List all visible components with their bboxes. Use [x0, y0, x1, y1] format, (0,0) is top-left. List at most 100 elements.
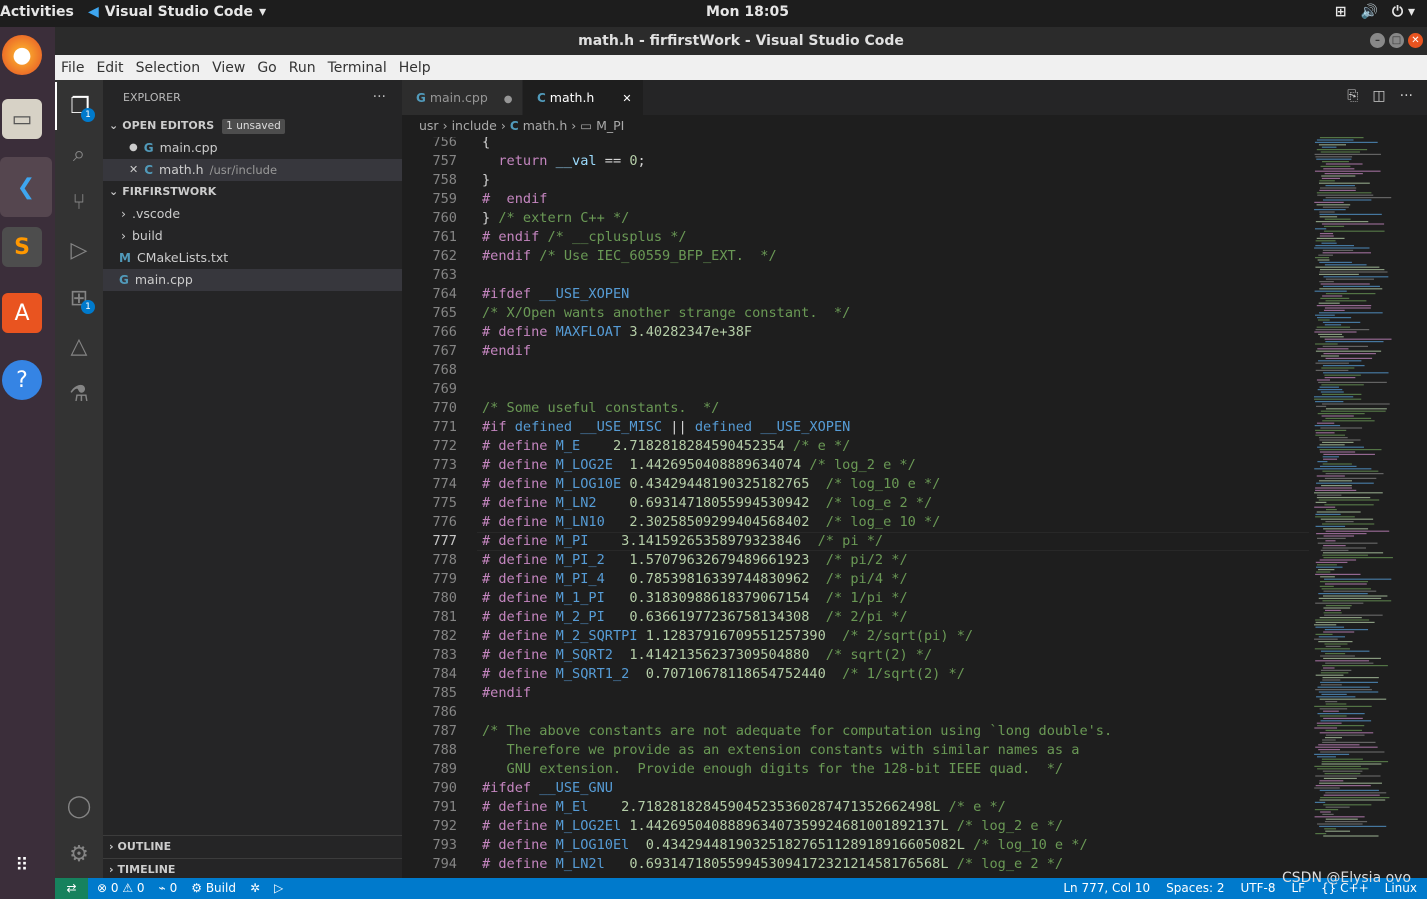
outline-section[interactable]: › OUTLINE: [103, 836, 402, 858]
search-icon[interactable]: ⌕: [55, 130, 103, 178]
code-line[interactable]: 785 #endif: [402, 684, 1402, 703]
breadcrumb-item[interactable]: math.h: [523, 115, 568, 137]
code-line[interactable]: 779 # define M_PI_4 0.7853981633974483096…: [402, 570, 1402, 589]
code-line[interactable]: 770 /* Some useful constants. */: [402, 399, 1402, 418]
code-editor[interactable]: 756{757 return __val == 0; 758} 759 # endif…: [402, 137, 1427, 878]
problems-status[interactable]: ⊗ 0 ⚠ 0: [97, 878, 145, 899]
code-line[interactable]: 780 # define M_1_PI 0.3183098861837906715…: [402, 589, 1402, 608]
code-line[interactable]: 790 #ifdef __USE_GNU: [402, 779, 1402, 798]
split-editor-icon[interactable]: ◫: [1372, 88, 1385, 104]
account-icon[interactable]: ◯: [55, 782, 103, 830]
tab-main-cpp[interactable]: G main.cpp ●: [402, 80, 522, 115]
menu-view[interactable]: View: [212, 60, 245, 76]
app-menu[interactable]: ◀ Visual Studio Code ▾: [88, 4, 266, 20]
code-line[interactable]: 786: [402, 703, 1402, 722]
file-item[interactable]: G main.cpp: [103, 269, 402, 291]
remote-icon[interactable]: ⇄: [55, 878, 88, 899]
firefox-icon[interactable]: ●: [2, 35, 42, 75]
encoding[interactable]: UTF-8: [1240, 878, 1275, 899]
code-line[interactable]: 791 # define M_El 2.718281828459045235360…: [402, 798, 1402, 817]
close-icon[interactable]: ✕: [622, 92, 631, 105]
folder-item[interactable]: › build: [103, 225, 402, 247]
clock[interactable]: Mon 18:05: [706, 4, 789, 20]
code-line[interactable]: 792 # define M_LOG2El 1.44269504088896340…: [402, 817, 1402, 836]
code-line[interactable]: 764 #ifdef __USE_XOPEN: [402, 285, 1402, 304]
minimap[interactable]: [1310, 137, 1410, 878]
compare-icon[interactable]: ⎘: [1347, 88, 1358, 104]
vscode-dock-icon[interactable]: ❮: [0, 157, 52, 217]
file-item[interactable]: M CMakeLists.txt: [103, 247, 402, 269]
code-line[interactable]: 772 # define M_E 2.7182818284590452354 /*…: [402, 437, 1402, 456]
code-line[interactable]: 758}: [402, 171, 1402, 190]
code-line[interactable]: 766 # define MAXFLOAT 3.40282347e+38F: [402, 323, 1402, 342]
code-line[interactable]: 769: [402, 380, 1402, 399]
sublime-icon[interactable]: S: [2, 227, 42, 267]
code-line[interactable]: 787 /* The above constants are not adequa…: [402, 722, 1402, 741]
gear-icon[interactable]: ⚙: [55, 830, 103, 878]
minimize-icon[interactable]: –: [1370, 33, 1385, 48]
code-line[interactable]: 760} /* extern C++ */: [402, 209, 1402, 228]
menu-terminal[interactable]: Terminal: [328, 60, 387, 76]
indentation[interactable]: Spaces: 2: [1166, 878, 1224, 899]
files-icon[interactable]: ▭: [2, 99, 42, 139]
dirty-dot-icon[interactable]: ●: [129, 137, 138, 159]
activities-button[interactable]: Activities: [0, 4, 74, 20]
testing-icon[interactable]: ⚗: [55, 370, 103, 418]
cursor-position[interactable]: Ln 777, Col 10: [1063, 878, 1150, 899]
code-line[interactable]: 756 {: [402, 137, 1402, 152]
debug-icon[interactable]: ✲: [250, 878, 260, 899]
code-line[interactable]: 762 #endif /* Use IEC_60559_BFP_EXT. */: [402, 247, 1402, 266]
code-line[interactable]: 776 # define M_LN10 2.3025850929940456840…: [402, 513, 1402, 532]
code-line[interactable]: 781 # define M_2_PI 0.6366197723675813430…: [402, 608, 1402, 627]
more-actions-icon[interactable]: ···: [373, 80, 386, 115]
run-debug-icon[interactable]: ▷: [55, 226, 103, 274]
open-editors-section[interactable]: ⌄ OPEN EDITORS 1 unsaved: [103, 115, 402, 137]
code-line[interactable]: 784 # define M_SQRT1_2 0.7071067811865475…: [402, 665, 1402, 684]
open-editor-item[interactable]: ● G main.cpp: [103, 137, 402, 159]
ports-status[interactable]: ⌁ 0: [159, 878, 178, 899]
cmake-icon[interactable]: △: [55, 322, 103, 370]
dirty-dot-icon[interactable]: ●: [504, 94, 513, 105]
menu-file[interactable]: File: [61, 60, 84, 76]
system-tray[interactable]: ⊞ 🔊 ⏻ ▾: [1335, 4, 1415, 20]
run-icon[interactable]: ▷: [274, 878, 283, 899]
code-line[interactable]: 768: [402, 361, 1402, 380]
code-line[interactable]: 794 # define M_LN2l 0.6931471805599453094…: [402, 855, 1402, 874]
help-icon[interactable]: ?: [2, 360, 42, 400]
menu-run[interactable]: Run: [289, 60, 316, 76]
build-button[interactable]: ⚙ Build: [191, 878, 236, 899]
tab-math-h[interactable]: C math.h ✕: [523, 80, 643, 115]
code-line[interactable]: 782 # define M_2_SQRTPI 1.128379167095512…: [402, 627, 1402, 646]
breadcrumb-item[interactable]: usr: [419, 115, 439, 137]
software-center-icon[interactable]: A: [2, 293, 42, 333]
code-line[interactable]: 789 GNU extension. Provide enough digits…: [402, 760, 1402, 779]
code-line[interactable]: 761 # endif /* __cplusplus */: [402, 228, 1402, 247]
open-editor-item[interactable]: ✕ C math.h /usr/include: [103, 159, 402, 181]
breadcrumb-item[interactable]: M_PI: [596, 115, 624, 137]
maximize-icon[interactable]: □: [1389, 33, 1404, 48]
close-icon[interactable]: ✕: [1408, 33, 1423, 48]
folder-item[interactable]: › .vscode: [103, 203, 402, 225]
workspace-section[interactable]: ⌄ FIRFIRSTWORK: [103, 181, 402, 203]
code-line[interactable]: 767 #endif: [402, 342, 1402, 361]
code-line[interactable]: 778 # define M_PI_2 1.5707963267948966192…: [402, 551, 1402, 570]
more-actions-icon[interactable]: ···: [1400, 88, 1413, 104]
menu-help[interactable]: Help: [399, 60, 431, 76]
extensions-icon[interactable]: ⊞ 1: [55, 274, 103, 322]
code-line[interactable]: 777 # define M_PI 3.14159265358979323846 …: [402, 532, 1402, 551]
code-line[interactable]: 763: [402, 266, 1402, 285]
breadcrumb-item[interactable]: include: [452, 115, 497, 137]
code-line[interactable]: 793 # define M_LOG10El 0.4342944819032518…: [402, 836, 1402, 855]
code-line[interactable]: 783 # define M_SQRT2 1.414213562373095048…: [402, 646, 1402, 665]
close-icon[interactable]: ✕: [129, 159, 138, 181]
timeline-section[interactable]: › TIMELINE: [103, 858, 402, 880]
code-line[interactable]: 771 #if defined __USE_MISC || defined __U…: [402, 418, 1402, 437]
code-line[interactable]: 773 # define M_LOG2E 1.442695040888963407…: [402, 456, 1402, 475]
code-line[interactable]: 774 # define M_LOG10E 0.43429448190325182…: [402, 475, 1402, 494]
code-line[interactable]: 757 return __val == 0;: [402, 152, 1402, 171]
code-line[interactable]: 759 # endif: [402, 190, 1402, 209]
code-line[interactable]: 788 Therefore we provide as an extension…: [402, 741, 1402, 760]
explorer-icon[interactable]: ❐ 1: [55, 82, 103, 130]
code-line[interactable]: 765 /* X/Open wants another strange const…: [402, 304, 1402, 323]
menu-selection[interactable]: Selection: [136, 60, 201, 76]
